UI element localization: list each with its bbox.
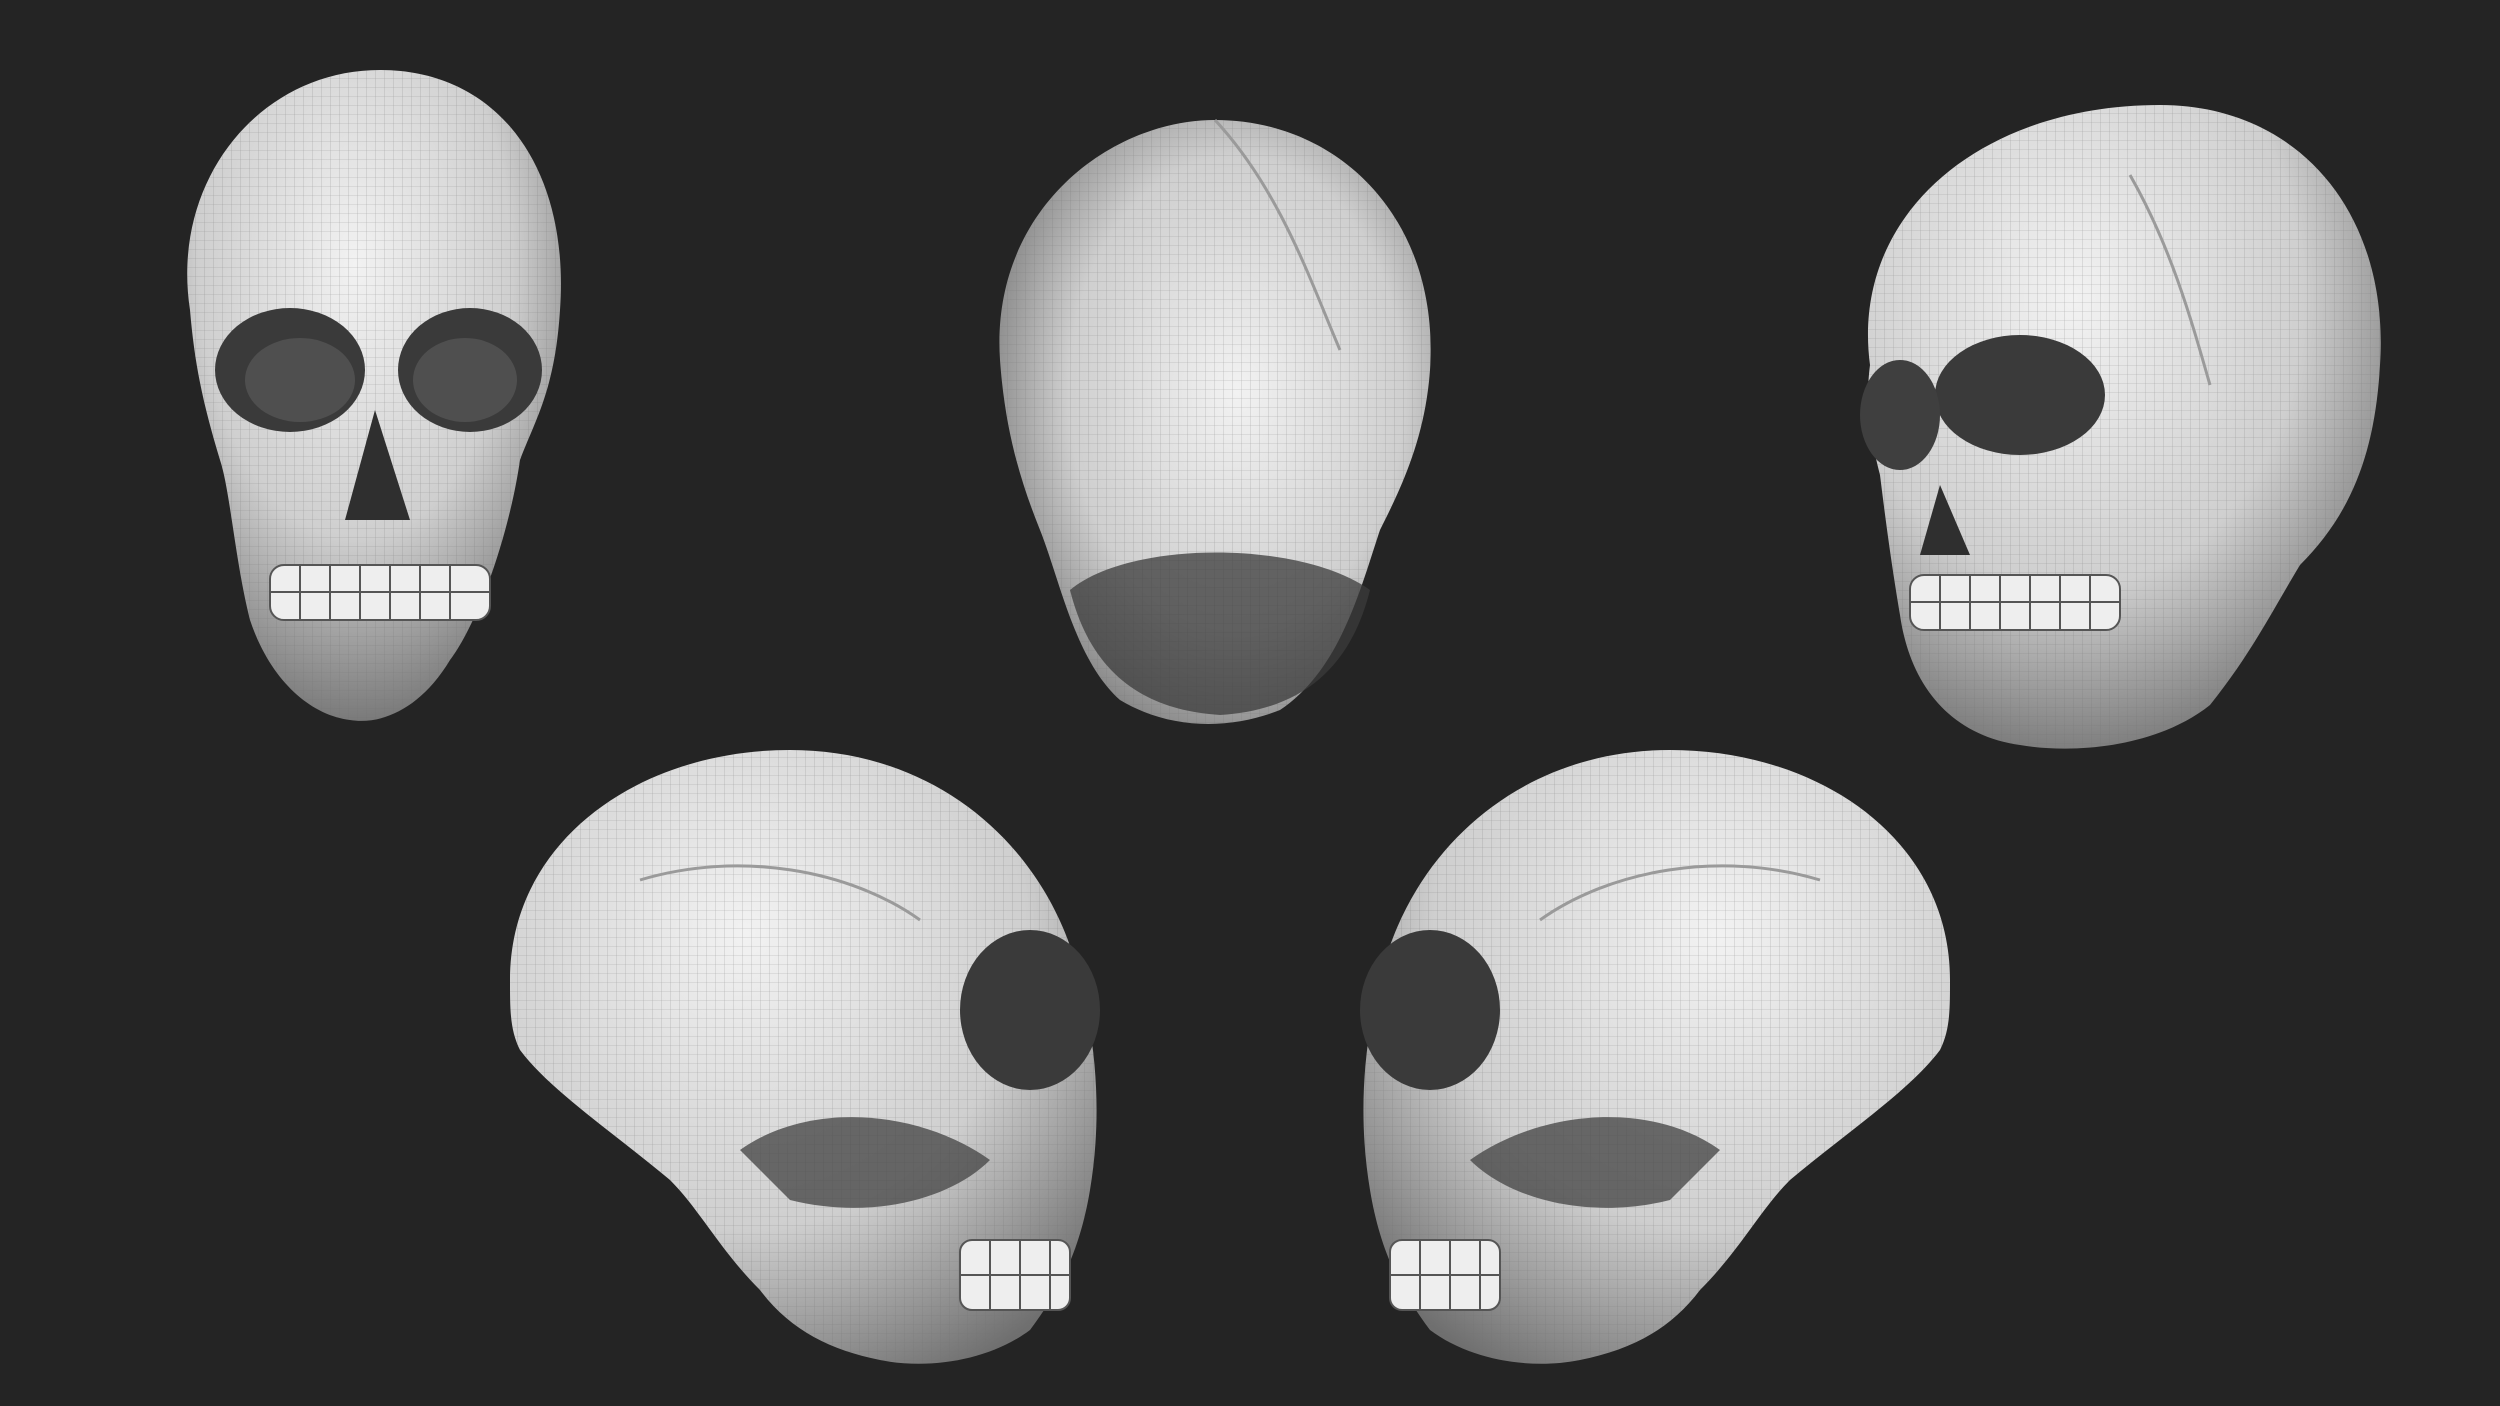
skull-left-profile-view	[510, 750, 1100, 1364]
render-canvas	[0, 0, 2500, 1406]
skull-front-view	[187, 70, 561, 721]
skull-icon	[999, 118, 1431, 724]
skull-back-view	[999, 118, 1431, 724]
skull-right-profile-view	[1360, 750, 1950, 1364]
skull-three-quarter-view	[1860, 105, 2381, 749]
skull-icon	[510, 750, 1100, 1364]
skull-icon	[1860, 105, 2381, 749]
skull-icon	[1360, 750, 1950, 1364]
skull-icon	[187, 70, 561, 721]
